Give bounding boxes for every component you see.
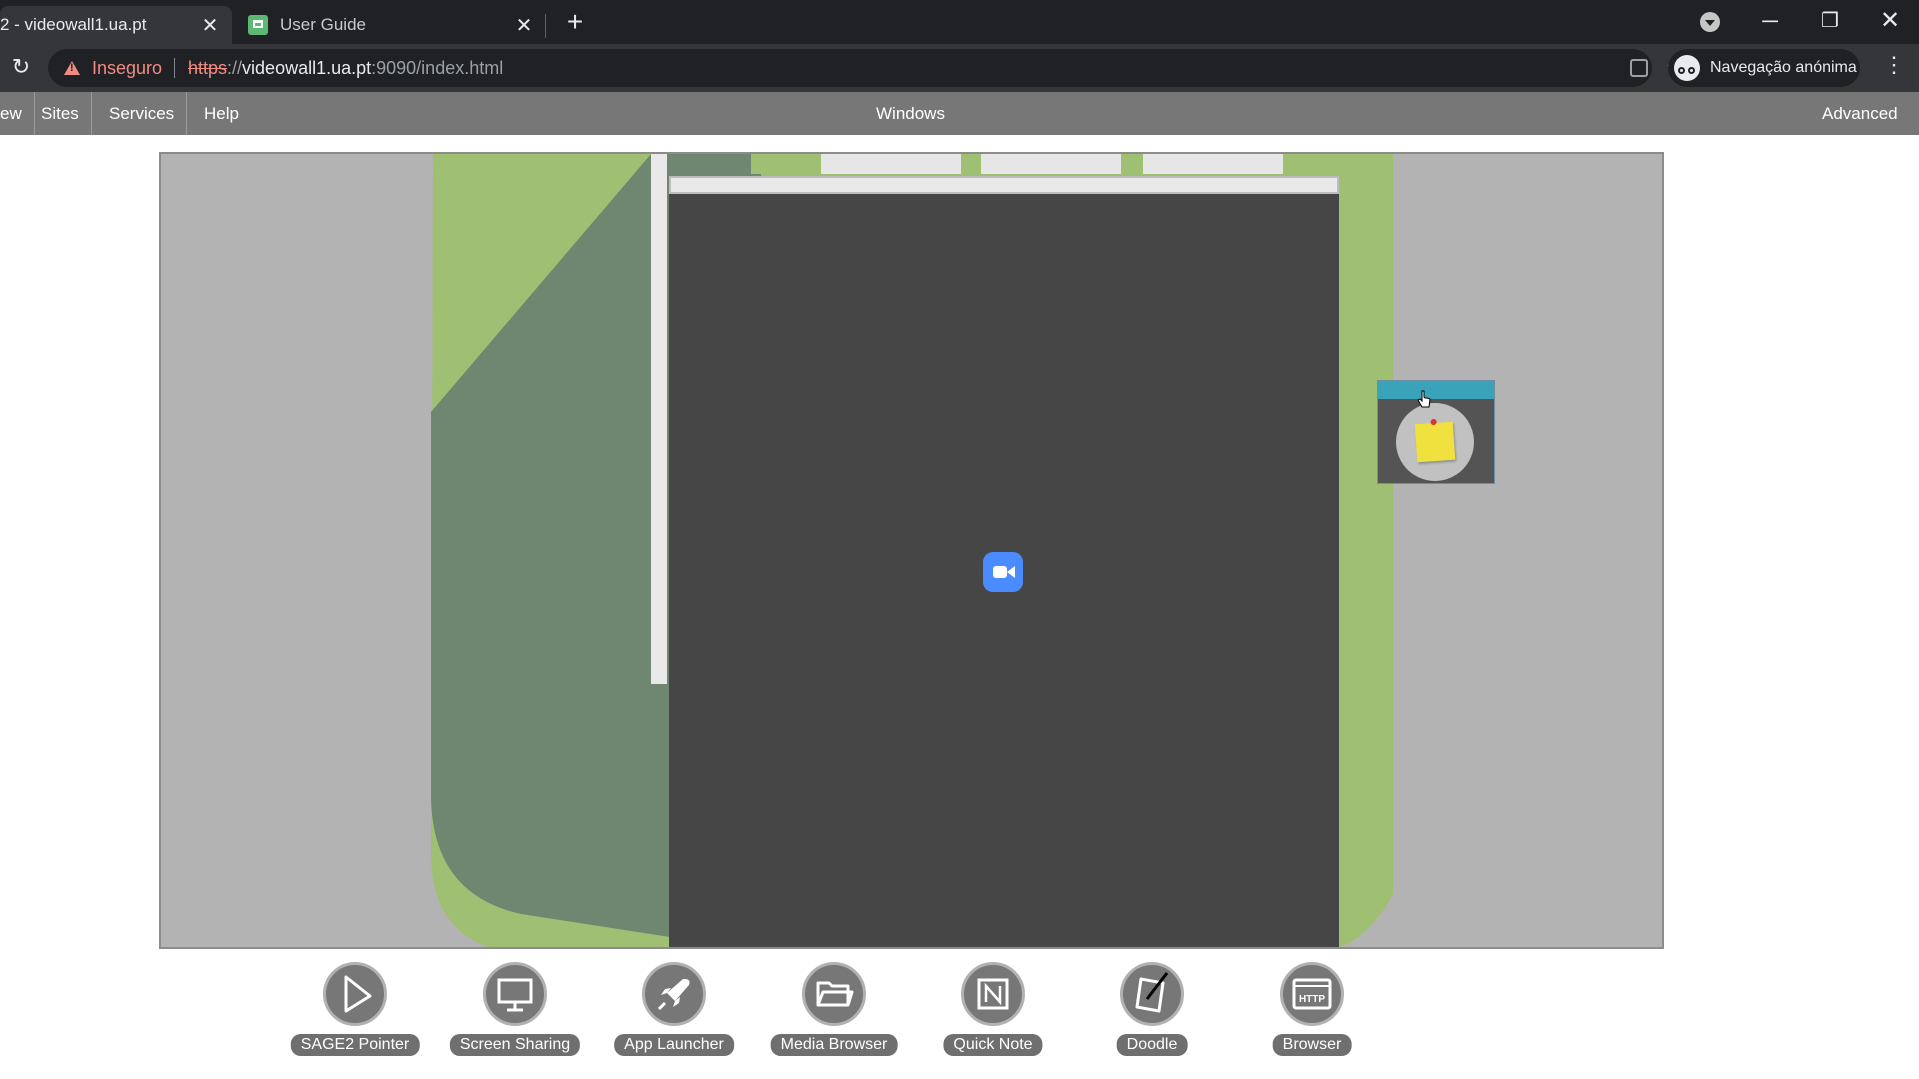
quick-note-label: Quick Note — [943, 1034, 1043, 1056]
restore-button[interactable]: ❐ — [1810, 6, 1850, 36]
app-launcher-label: App Launcher — [614, 1034, 734, 1056]
note-window-titlebar[interactable] — [1378, 381, 1494, 399]
tab-close-icon[interactable]: ✕ — [198, 13, 222, 38]
pointer-arrow-icon — [323, 962, 387, 1026]
url-text[interactable]: https://videowall1.ua.pt:9090/index.html — [188, 49, 503, 87]
tab-title: 2 - videowall1.ua.pt — [0, 15, 147, 34]
folder-icon — [802, 962, 866, 1026]
media-browser-label: Media Browser — [770, 1034, 898, 1056]
sage2-menubar: ew Sites Services Help Windows Advanced — [0, 92, 1919, 135]
zoom-video-icon[interactable] — [983, 552, 1023, 592]
doodle-button[interactable]: Doodle — [1087, 962, 1217, 1062]
http-browser-icon: HTTP — [1280, 962, 1344, 1026]
browser-menu-icon[interactable]: ⋮ — [1883, 52, 1905, 78]
url-scheme: https — [188, 58, 228, 78]
tab-title: User Guide — [280, 15, 366, 34]
camera-body-icon — [993, 566, 1007, 578]
reload-button[interactable]: ↻ — [8, 54, 34, 80]
doodle-label: Doodle — [1116, 1034, 1188, 1056]
translate-icon[interactable] — [1630, 59, 1648, 77]
address-bar[interactable]: Inseguro https://videowall1.ua.pt:9090/i… — [48, 49, 1686, 87]
close-window-button[interactable]: ✕ — [1870, 6, 1910, 36]
sage2-pointer-label: SAGE2 Pointer — [290, 1034, 420, 1056]
app-window-titlebar[interactable] — [669, 176, 1339, 194]
menu-windows[interactable]: Windows — [876, 92, 945, 135]
omnibox-divider — [174, 58, 175, 78]
media-browser-button[interactable]: Media Browser — [769, 962, 899, 1062]
new-tab-button[interactable]: + — [560, 6, 590, 38]
note-icon — [961, 962, 1025, 1026]
url-path: :9090/index.html — [371, 58, 504, 78]
note-app-icon — [1396, 403, 1474, 481]
tab-videowall[interactable]: 2 - videowall1.ua.pt ✕ — [0, 6, 232, 44]
minimize-button[interactable]: ─ — [1750, 6, 1790, 36]
tab-divider — [545, 14, 546, 38]
security-label[interactable]: Inseguro — [92, 49, 162, 87]
sage2-pointer-button[interactable]: SAGE2 Pointer — [290, 962, 420, 1062]
menu-sites[interactable]: Sites — [29, 92, 92, 135]
menu-help[interactable]: Help — [192, 92, 251, 135]
quick-note-window[interactable] — [1377, 380, 1495, 484]
url-separator: :// — [227, 58, 243, 78]
quick-note-button[interactable]: Quick Note — [928, 962, 1058, 1062]
sheets-favicon-icon — [248, 15, 268, 35]
tab-user-guide[interactable]: User Guide ✕ — [238, 6, 546, 44]
svg-text:HTTP: HTTP — [1299, 994, 1325, 1005]
tab-close-icon[interactable]: ✕ — [512, 13, 536, 38]
browser-toolbar: ↻ Inseguro https://videowall1.ua.pt:9090… — [0, 44, 1919, 92]
incognito-label: Navegação anónima — [1710, 59, 1857, 76]
tab-search-icon[interactable] — [1700, 12, 1720, 32]
rocket-icon — [642, 962, 706, 1026]
sticky-note-icon — [1414, 421, 1456, 463]
menu-services[interactable]: Services — [97, 92, 188, 135]
wall-preview[interactable] — [159, 152, 1664, 949]
incognito-badge[interactable]: Navegação anónima — [1668, 49, 1860, 87]
monitor-icon — [483, 962, 547, 1026]
browser-button[interactable]: HTTP Browser — [1247, 962, 1377, 1062]
app-launcher-button[interactable]: App Launcher — [609, 962, 739, 1062]
camera-lens-icon — [1007, 566, 1015, 578]
menu-advanced[interactable]: Advanced — [1822, 92, 1898, 135]
pencil-icon — [1120, 962, 1184, 1026]
hand-cursor-icon — [1417, 390, 1431, 408]
browser-tabbar: 2 - videowall1.ua.pt ✕ User Guide ✕ + ─ … — [0, 0, 1919, 44]
screen-sharing-label: Screen Sharing — [449, 1034, 581, 1056]
browser-label: Browser — [1272, 1034, 1352, 1056]
screen-sharing-button[interactable]: Screen Sharing — [449, 962, 581, 1062]
warning-icon[interactable] — [64, 61, 80, 75]
url-host: videowall1.ua.pt — [242, 58, 372, 78]
incognito-icon — [1674, 55, 1700, 81]
